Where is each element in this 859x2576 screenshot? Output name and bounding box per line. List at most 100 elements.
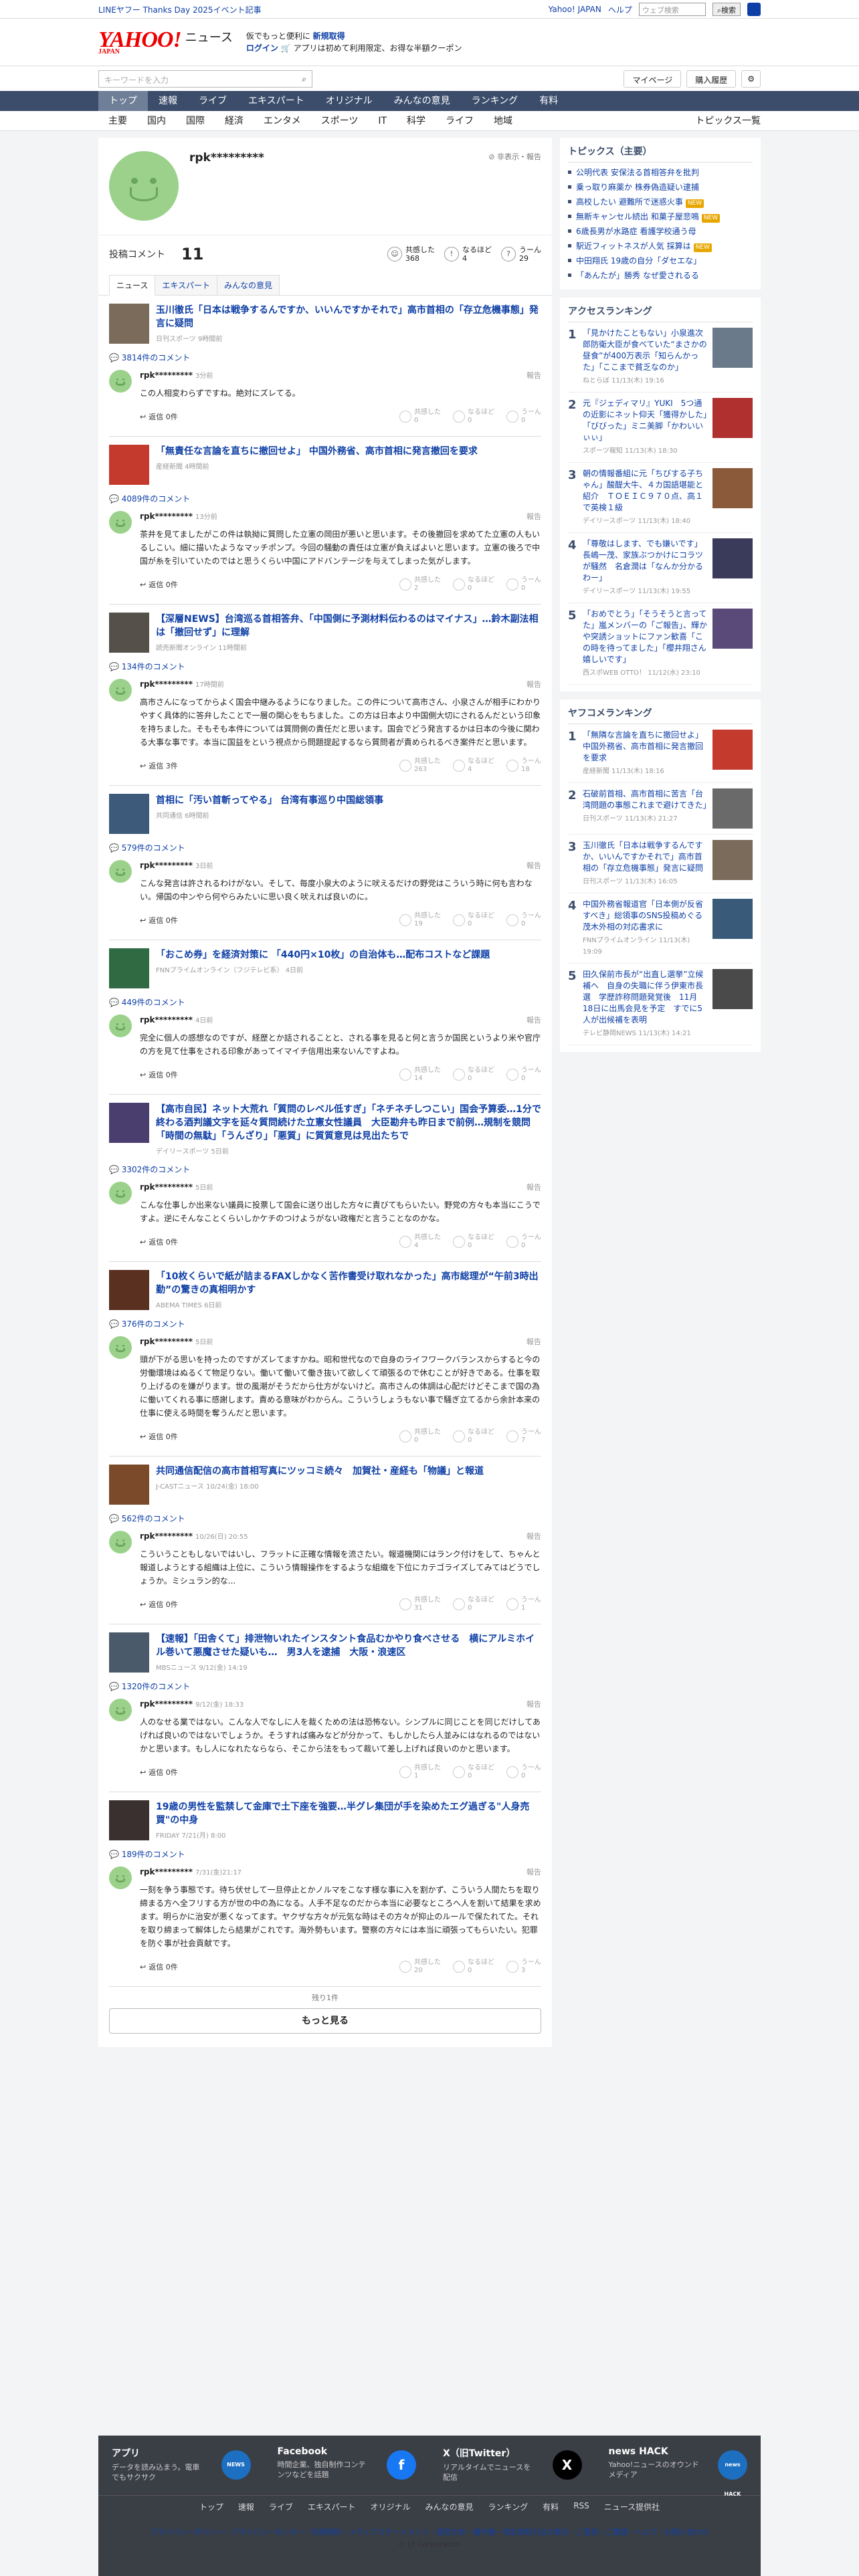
ranking-title[interactable]: 玉川徹氏「日本は戦争するんですか、いいんですかそれで」高市首相の「存立危機事態」… bbox=[583, 840, 707, 874]
article-link[interactable]: 【速報】「田舎くて」排泄物いれたインスタント食品むかやり食べさせる 横にアルミホ… bbox=[109, 1632, 541, 1673]
naruhodo-button[interactable]: なるほど 0 bbox=[453, 1596, 494, 1612]
topic-item[interactable]: 乗っ取り麻薬か 株券偽造疑い逮捕 bbox=[568, 180, 753, 195]
empathy-button[interactable]: 共感した 31 bbox=[399, 1596, 441, 1612]
naruhodo-button[interactable]: なるほど 0 bbox=[453, 1428, 494, 1444]
uun-button[interactable]: うーん 0 bbox=[506, 1067, 541, 1083]
ranking-item[interactable]: 3 玉川徹氏「日本は戦争するんですか、いいんですかそれで」高市首相の「存立危機事態… bbox=[568, 835, 753, 893]
mypage-button[interactable]: マイページ bbox=[624, 70, 682, 88]
report-link[interactable]: 報告 bbox=[527, 679, 541, 689]
subnav-item-3[interactable]: 経済 bbox=[215, 111, 254, 131]
comment-count-link[interactable]: 💬 1320件のコメント bbox=[109, 1681, 541, 1692]
ranking-thumbnail[interactable] bbox=[712, 969, 753, 1009]
topic-item[interactable]: 駅近フィットネスが人気 採算は NEW bbox=[568, 239, 753, 253]
legal-links[interactable]: プライバシーポリシー・プライバシーセンター・利用規約・メディアステートメント・運… bbox=[98, 2527, 761, 2539]
nav-item-5[interactable]: みんなの意見 bbox=[383, 91, 461, 111]
yahoo-japan-link[interactable]: Yahoo! JAPAN bbox=[549, 5, 601, 14]
article-title[interactable]: 首相に「汚い首斬ってやる」 台湾有事巡り中国総領事 bbox=[156, 794, 383, 807]
gear-icon[interactable]: ⚙ bbox=[741, 70, 761, 88]
news-app-icon[interactable]: NEWS bbox=[221, 2450, 251, 2480]
footer-link[interactable]: RSS bbox=[573, 2501, 589, 2512]
ranking-item[interactable]: 2 石破前首相、高市首相に苦言「台湾問題の事態これまで避けてきた」 日刊スポーツ 1… bbox=[568, 783, 753, 835]
topic-item[interactable]: 高校したい 避難所で迷惑火事 NEW bbox=[568, 195, 753, 209]
article-title[interactable]: 19歳の男性を監禁して金庫で土下座を強要…半グレ集団が手を染めたエグ過ぎる"人身… bbox=[156, 1800, 541, 1827]
reply-button[interactable]: ↩ 返信 0件 bbox=[140, 1069, 178, 1080]
empathy-button[interactable]: 共感した 20 bbox=[399, 1959, 441, 1975]
topics-list-link[interactable]: トピックス一覧 bbox=[695, 111, 761, 131]
article-link[interactable]: 共同通信配信の高市首相写真にツッコミ続々 加賀社・産経も「物議」と報道 J-CAS… bbox=[109, 1465, 541, 1505]
footer-app-1[interactable]: Facebook 時間企業、独自制作コンテンツなどを話題 f bbox=[264, 2436, 430, 2495]
article-title[interactable]: 「10枚くらいで紙が詰まるFAXしかなく苦作書受け取れなかった」高市総理が“午前… bbox=[156, 1270, 541, 1297]
article-title[interactable]: 【深層NEWS】台湾巡る首相答弁、「中国側に予測材料伝わるのはマイナス」…鈴木副… bbox=[156, 613, 541, 639]
article-thumbnail[interactable] bbox=[109, 1270, 149, 1310]
report-link[interactable]: 報告 bbox=[527, 1182, 541, 1192]
ranking-thumbnail[interactable] bbox=[712, 840, 753, 880]
footer-link[interactable]: トップ bbox=[199, 2501, 223, 2512]
topic-item[interactable]: 無断キャンセル続出 和菓子屋悲鳴 NEW bbox=[568, 209, 753, 224]
keyword-search-input[interactable]: キーワードを入力 ⌕ bbox=[98, 70, 312, 88]
subnav-item-4[interactable]: エンタメ bbox=[254, 111, 311, 131]
ranking-item[interactable]: 1 「無隣な言論を直ちに撤回せよ」中国外務省、高市首相に発言撤回を要求 産経新聞 1… bbox=[568, 724, 753, 783]
subnav-item-2[interactable]: 国際 bbox=[176, 111, 215, 131]
footer-app-3[interactable]: news HACK Yahoo!ニュースのオウンドメディア news HACK bbox=[595, 2436, 761, 2497]
comment-count-link[interactable]: 💬 189件のコメント bbox=[109, 1848, 541, 1860]
ranking-title[interactable]: 中国外務省報道官「日本側が反省すべき」総領事のSNS投稿めぐる茂木外相の対応書求… bbox=[583, 899, 707, 933]
report-link[interactable]: 報告 bbox=[527, 1866, 541, 1877]
ranking-title[interactable]: 「尊敬はします、でも嫌いです」長嶋一茂、家族ぶつかけにコラツが騒然 名倉潤は「な… bbox=[583, 538, 707, 584]
article-title[interactable]: 【高市自民】ネット大荒れ「質問のレベル低すぎ」「ネチネチしつこい」国会予算委…1… bbox=[156, 1103, 541, 1143]
subnav-item-0[interactable]: 主要 bbox=[98, 111, 137, 131]
uun-button[interactable]: うーん 0 bbox=[506, 409, 541, 425]
report-link[interactable]: 報告 bbox=[527, 1531, 541, 1541]
nav-item-7[interactable]: 有料 bbox=[529, 91, 569, 111]
topic-item[interactable]: 6歳長男が水路症 看護学校通う母 bbox=[568, 224, 753, 239]
reply-button[interactable]: ↩ 返信 0件 bbox=[140, 915, 178, 926]
subnav-item-9[interactable]: 地域 bbox=[484, 111, 522, 131]
naruhodo-button[interactable]: なるほど 0 bbox=[453, 1764, 494, 1780]
article-link[interactable]: 「10枚くらいで紙が詰まるFAXしかなく苦作書受け取れなかった」高市総理が“午前… bbox=[109, 1270, 541, 1310]
subnav-item-8[interactable]: ライフ bbox=[436, 111, 484, 131]
naruhodo-button[interactable]: なるほど 0 bbox=[453, 1959, 494, 1975]
article-link[interactable]: 玉川徹氏「日本は戦争するんですか、いいんですかそれで」高市首相の「存立危機事態」… bbox=[109, 304, 541, 344]
empathy-button[interactable]: 共感した 0 bbox=[399, 409, 441, 425]
empathy-button[interactable]: 共感した 4 bbox=[399, 1234, 441, 1250]
empathy-button[interactable]: 共感した 2 bbox=[399, 576, 441, 593]
nav-item-0[interactable]: トップ bbox=[98, 91, 148, 111]
report-link[interactable]: 報告 bbox=[527, 1699, 541, 1709]
footer-app-2[interactable]: X（旧Twitter） リアルタイムでニュースを配信 X bbox=[430, 2436, 595, 2495]
reply-button[interactable]: ↩ 返信 0件 bbox=[140, 1599, 178, 1610]
subnav-item-5[interactable]: スポーツ bbox=[311, 111, 369, 131]
nav-item-4[interactable]: オリジナル bbox=[315, 91, 383, 111]
naruhodo-button[interactable]: なるほど 0 bbox=[453, 409, 494, 425]
ranking-item[interactable]: 4 「尊敬はします、でも嫌いです」長嶋一茂、家族ぶつかけにコラツが騒然 名倉潤は「… bbox=[568, 533, 753, 603]
comment-count-link[interactable]: 💬 134件のコメント bbox=[109, 661, 541, 672]
article-link[interactable]: 【深層NEWS】台湾巡る首相答弁、「中国側に予測材料伝わるのはマイナス」…鈴木副… bbox=[109, 613, 541, 653]
article-title[interactable]: 玉川徹氏「日本は戦争するんですか、いいんですかそれで」高市首相の「存立危機事態」… bbox=[156, 304, 541, 330]
ranking-thumbnail[interactable] bbox=[712, 468, 753, 508]
reply-button[interactable]: ↩ 返信 0件 bbox=[140, 1767, 178, 1778]
naruhodo-button[interactable]: なるほど 4 bbox=[453, 758, 494, 774]
article-link[interactable]: 首相に「汚い首斬ってやる」 台湾有事巡り中国総領事 共同通信 6時間前 bbox=[109, 794, 541, 834]
ranking-title[interactable]: 「おめでとう」「そうそうと言ってた」嵐メンバーの「ご報告」、輝かや突誘ショットに… bbox=[583, 609, 707, 665]
nav-item-1[interactable]: 速報 bbox=[148, 91, 188, 111]
footer-link[interactable]: ランキング bbox=[488, 2501, 529, 2512]
footer-link[interactable]: ライブ bbox=[269, 2501, 293, 2512]
comment-count-link[interactable]: 💬 3814件のコメント bbox=[109, 352, 541, 363]
article-link[interactable]: 「無責任な言論を直ちに撤回せよ」 中国外務省、高市首相に発言撤回を要求 産経新聞 … bbox=[109, 445, 541, 485]
subnav-item-1[interactable]: 国内 bbox=[137, 111, 176, 131]
topic-item[interactable]: 公明代表 安保法る首相答弁を批判 bbox=[568, 165, 753, 180]
login-link[interactable]: ログイン bbox=[246, 43, 278, 53]
naruhodo-button[interactable]: なるほど 0 bbox=[453, 1234, 494, 1250]
show-more-button[interactable]: もっと見る bbox=[109, 2008, 541, 2034]
footer-link[interactable]: 速報 bbox=[238, 2501, 254, 2512]
nav-item-2[interactable]: ライブ bbox=[188, 91, 237, 111]
article-thumbnail[interactable] bbox=[109, 304, 149, 344]
comment-count-link[interactable]: 💬 562件のコメント bbox=[109, 1513, 541, 1524]
signup-link[interactable]: 新規取得 bbox=[313, 31, 345, 41]
ranking-thumbnail[interactable] bbox=[712, 730, 753, 770]
report-link[interactable]: 報告 bbox=[527, 1336, 541, 1347]
empathy-button[interactable]: 共感した 19 bbox=[399, 912, 441, 928]
reply-button[interactable]: ↩ 返信 0件 bbox=[140, 579, 178, 590]
article-thumbnail[interactable] bbox=[109, 794, 149, 834]
article-link[interactable]: 「おこめ券」を経済対策に 「440円×10枚」の自治体も…配布コストなど課題 FN… bbox=[109, 948, 541, 988]
nav-item-6[interactable]: ランキング bbox=[461, 91, 529, 111]
web-search-input[interactable]: ウェブ検索 bbox=[638, 3, 706, 16]
